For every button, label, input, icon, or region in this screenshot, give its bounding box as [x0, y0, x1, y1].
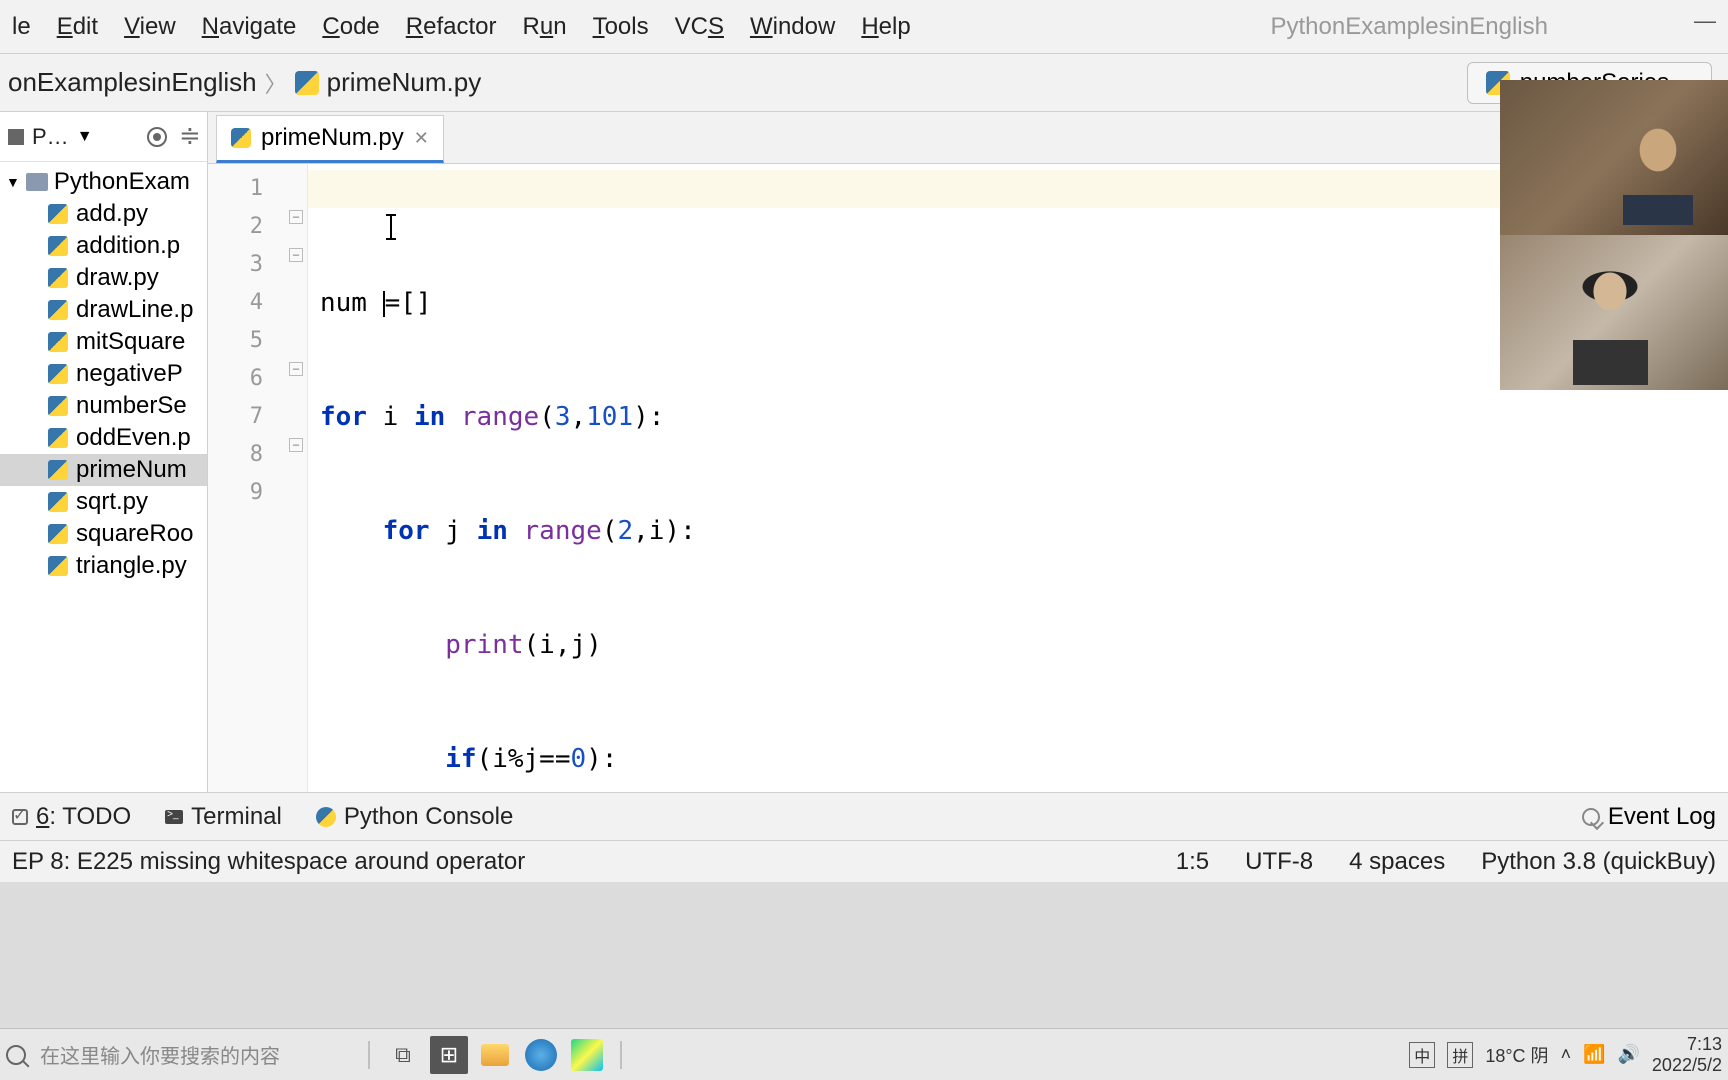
python-console-tab[interactable]: Python Console — [316, 803, 513, 831]
python-file-icon — [48, 460, 68, 480]
python-file-icon — [48, 332, 68, 352]
tree-root-folder[interactable]: ▼ PythonExam — [0, 166, 207, 198]
terminal-tab[interactable]: Terminal — [165, 803, 282, 831]
menu-navigate[interactable]: Navigate — [198, 11, 301, 43]
collapse-all-icon[interactable] — [179, 127, 199, 147]
fold-icon[interactable]: − — [289, 362, 303, 376]
tree-file[interactable]: add.py — [0, 198, 207, 230]
windows-taskbar: 在这里输入你要搜索的内容 ⧉ ⊞ 中 拼 18°C 阴 ˄ 📶 🔊 7:13 2… — [0, 1028, 1728, 1080]
breadcrumb-project[interactable]: onExamplesinEnglish — [8, 67, 257, 98]
editor-tab[interactable]: primeNum.py ✕ — [216, 115, 444, 163]
python-icon — [316, 807, 336, 827]
fold-icon[interactable]: − — [289, 210, 303, 224]
indent-setting[interactable]: 4 spaces — [1349, 848, 1445, 876]
status-bar: EP 8: E225 missing whitespace around ope… — [0, 840, 1728, 882]
tab-label: primeNum.py — [261, 124, 404, 152]
app-icon-blue[interactable] — [522, 1036, 560, 1074]
project-sidebar: P… ▼ ▼ PythonExam add.py addition.p draw… — [0, 112, 208, 792]
status-message: EP 8: E225 missing whitespace around ope… — [12, 848, 525, 876]
close-icon[interactable]: ✕ — [414, 128, 429, 149]
network-icon[interactable]: 📶 — [1583, 1044, 1605, 1065]
menu-window[interactable]: Window — [746, 11, 839, 43]
file-encoding[interactable]: UTF-8 — [1245, 848, 1313, 876]
tree-file[interactable]: sqrt.py — [0, 486, 207, 518]
menu-edit[interactable]: Edit — [53, 11, 102, 43]
tray-chevron-icon[interactable]: ˄ — [1561, 1044, 1572, 1065]
pycharm-icon[interactable] — [568, 1036, 606, 1074]
desktop-background — [0, 882, 1728, 1028]
apps-grid-icon[interactable]: ⊞ — [430, 1036, 468, 1074]
python-file-icon — [48, 236, 68, 256]
breadcrumb-file[interactable]: primeNum.py — [295, 67, 482, 98]
ime-language[interactable]: 中 — [1409, 1042, 1435, 1068]
sidebar-header[interactable]: P… ▼ — [0, 112, 207, 162]
gutter: 1 2 3 4 5 6 7 8 9 − − − − — [208, 164, 308, 792]
python-file-icon — [48, 428, 68, 448]
folder-icon — [26, 173, 48, 191]
menu-tools[interactable]: Tools — [589, 11, 653, 43]
breadcrumb-bar: onExamplesinEnglish 〉 primeNum.py number… — [0, 54, 1728, 112]
tree-file[interactable]: draw.py — [0, 262, 207, 294]
taskbar-search[interactable]: 在这里输入你要搜索的内容 — [34, 1040, 354, 1069]
todo-icon — [12, 809, 28, 825]
tree-file[interactable]: triangle.py — [0, 550, 207, 582]
bottom-tools-bar: 6: TODO Terminal Python Console Event Lo… — [0, 792, 1728, 840]
menu-refactor[interactable]: Refactor — [402, 11, 501, 43]
tree-file[interactable]: mitSquare — [0, 326, 207, 358]
tree-file-selected[interactable]: primeNum — [0, 454, 207, 486]
chevron-right-icon: 〉 — [265, 67, 287, 99]
cursor-position[interactable]: 1:5 — [1176, 848, 1209, 876]
menu-file[interactable]: le — [8, 11, 35, 43]
webcam-overlay — [1500, 80, 1728, 390]
todo-tab[interactable]: 6: TODO — [12, 803, 131, 831]
python-interpreter[interactable]: Python 3.8 (quickBuy) — [1481, 848, 1716, 876]
python-file-icon — [48, 396, 68, 416]
event-log-icon — [1582, 808, 1600, 826]
volume-icon[interactable]: 🔊 — [1618, 1044, 1640, 1065]
python-file-icon — [48, 524, 68, 544]
tree-file[interactable]: drawLine.p — [0, 294, 207, 326]
clock[interactable]: 7:13 2022/5/2 — [1652, 1034, 1722, 1076]
python-file-icon — [48, 492, 68, 512]
weather-widget[interactable]: 18°C 阴 — [1485, 1042, 1548, 1068]
project-icon — [8, 129, 24, 145]
python-file-icon — [48, 556, 68, 576]
python-file-icon — [48, 300, 68, 320]
python-file-icon — [48, 204, 68, 224]
event-log-tab[interactable]: Event Log — [1582, 803, 1716, 831]
project-title: PythonExamplesinEnglish — [1271, 13, 1549, 41]
python-file-icon — [48, 268, 68, 288]
python-file-icon — [231, 128, 251, 148]
main-area: P… ▼ ▼ PythonExam add.py addition.p draw… — [0, 112, 1728, 792]
locate-file-icon[interactable] — [147, 127, 167, 147]
fold-icon[interactable]: − — [289, 248, 303, 262]
file-explorer-icon[interactable] — [476, 1036, 514, 1074]
chevron-down-icon[interactable]: ▼ — [77, 128, 93, 146]
tree-file[interactable]: oddEven.p — [0, 422, 207, 454]
tree-file[interactable]: numberSe — [0, 390, 207, 422]
tree-file[interactable]: negativeP — [0, 358, 207, 390]
menu-run[interactable]: Run — [519, 11, 571, 43]
ime-method[interactable]: 拼 — [1447, 1042, 1473, 1068]
terminal-icon — [165, 810, 183, 824]
menu-bar: le Edit View Navigate Code Refactor Run … — [0, 0, 1728, 54]
menu-help[interactable]: Help — [857, 11, 914, 43]
fold-icon[interactable]: − — [289, 438, 303, 452]
tree-file[interactable]: squareRoo — [0, 518, 207, 550]
python-file-icon — [48, 364, 68, 384]
project-tree: ▼ PythonExam add.py addition.p draw.py d… — [0, 162, 207, 586]
window-minimize[interactable]: — — [1694, 8, 1716, 34]
chevron-down-icon: ▼ — [6, 174, 20, 190]
task-view-button[interactable]: ⧉ — [384, 1036, 422, 1074]
menu-view[interactable]: View — [120, 11, 180, 43]
menu-vcs[interactable]: VCS — [671, 11, 728, 43]
tree-file[interactable]: addition.p — [0, 230, 207, 262]
text-cursor-icon — [390, 214, 392, 240]
sidebar-head-label: P… — [32, 124, 69, 150]
menu-code[interactable]: Code — [318, 11, 383, 43]
webcam-feed-1 — [1500, 80, 1728, 235]
python-file-icon — [295, 71, 319, 95]
search-icon[interactable] — [6, 1045, 26, 1065]
system-tray: 中 拼 18°C 阴 ˄ 📶 🔊 7:13 2022/5/2 — [1409, 1034, 1722, 1076]
